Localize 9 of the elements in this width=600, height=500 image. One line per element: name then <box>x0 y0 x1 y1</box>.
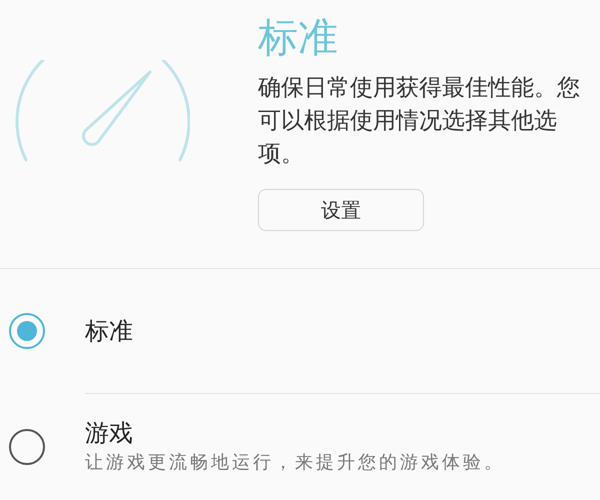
gauge-icon <box>14 60 190 164</box>
mode-title: 标准 <box>258 14 338 62</box>
option-description: 让游戏更流畅地运行，来提升您的游戏体验。 <box>85 451 505 475</box>
option-label: 标准 <box>85 316 133 347</box>
option-label: 游戏 <box>85 418 134 449</box>
radio-button[interactable] <box>9 429 45 465</box>
mode-description: 确保日常使用获得最佳性能。您可以根据使用情况选择其他选项。 <box>258 74 581 169</box>
settings-button[interactable]: 设置 <box>258 189 424 231</box>
radio-button[interactable] <box>9 313 45 349</box>
